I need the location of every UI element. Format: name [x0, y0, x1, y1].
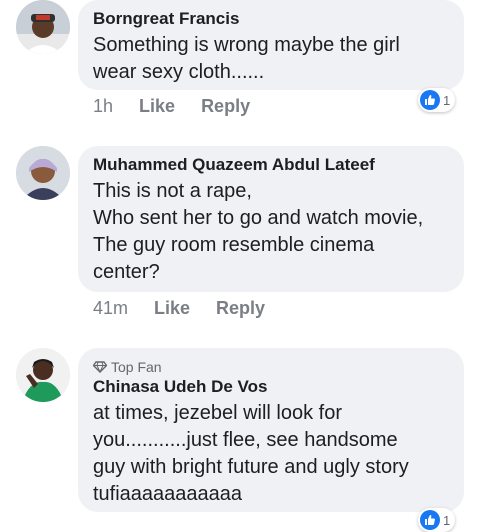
- comment-timestamp[interactable]: 41m: [93, 298, 128, 319]
- top-fan-badge: Top Fan: [93, 358, 450, 376]
- reaction-count: 1: [443, 92, 451, 108]
- avatar[interactable]: [16, 348, 70, 402]
- user-photo-icon: [16, 146, 70, 200]
- user-photo-icon: [16, 0, 70, 54]
- reaction-count: 1: [443, 512, 451, 528]
- diamond-icon: [93, 361, 107, 373]
- user-photo-icon: [16, 348, 70, 402]
- reaction-summary[interactable]: 1: [418, 88, 456, 112]
- comment-author[interactable]: Muhammed Quazeem Abdul Lateef: [93, 154, 450, 176]
- comment-actions: 1h Like Reply: [93, 96, 250, 117]
- comment-text: at times, jezebel will look for you.....…: [93, 402, 409, 505]
- thumbs-up-icon: [420, 510, 440, 530]
- avatar[interactable]: [16, 146, 70, 200]
- reply-button[interactable]: Reply: [216, 298, 265, 319]
- comment-bubble: Top Fan Chinasa Udeh De Vos at times, je…: [78, 348, 464, 512]
- comment-bubble: Borngreat Francis Something is wrong may…: [78, 0, 464, 90]
- reply-button[interactable]: Reply: [201, 96, 250, 117]
- top-fan-label: Top Fan: [111, 359, 162, 375]
- comment-bubble: Muhammed Quazeem Abdul Lateef This is no…: [78, 146, 464, 292]
- comment-text: Something is wrong maybe the girl wear s…: [93, 34, 400, 83]
- comment-text: This is not a rape, Who sent her to go a…: [93, 180, 424, 283]
- comment-author[interactable]: Borngreat Francis: [93, 8, 450, 30]
- thumbs-up-icon: [420, 90, 440, 110]
- reaction-summary[interactable]: 1: [418, 508, 456, 532]
- comment-author[interactable]: Chinasa Udeh De Vos: [93, 376, 450, 398]
- like-button[interactable]: Like: [154, 298, 190, 319]
- like-button[interactable]: Like: [139, 96, 175, 117]
- comment-timestamp[interactable]: 1h: [93, 96, 113, 117]
- comment-actions: 41m Like Reply: [93, 298, 265, 319]
- avatar[interactable]: [16, 0, 70, 54]
